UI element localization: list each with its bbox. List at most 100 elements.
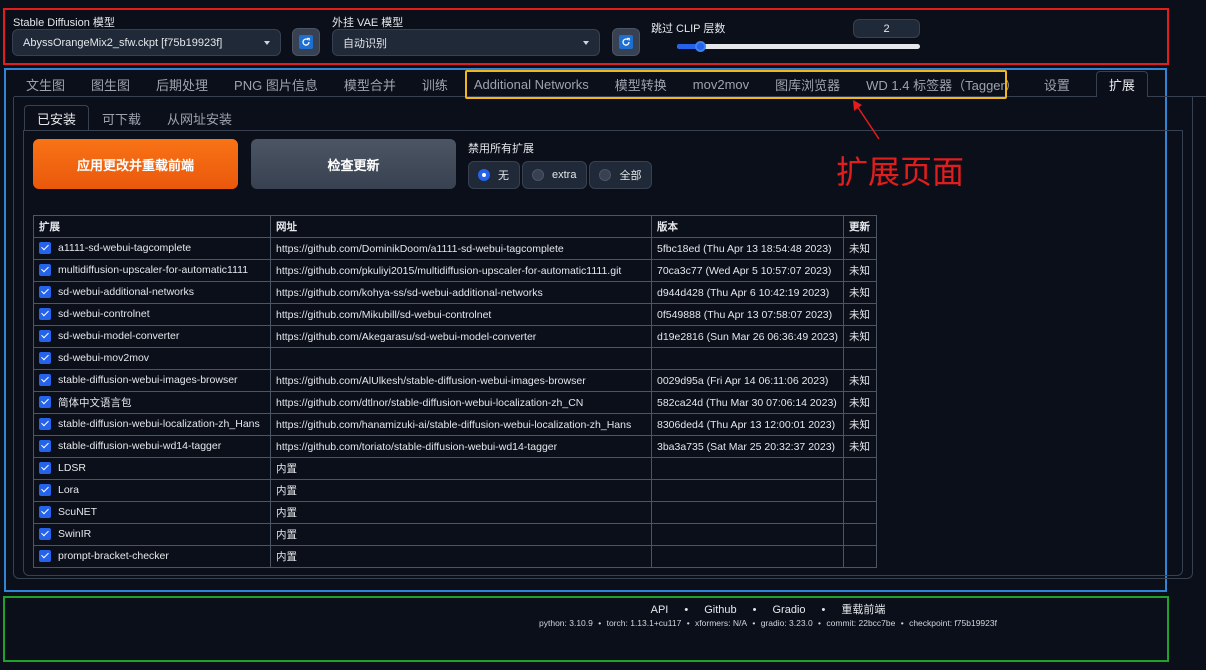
checkbox-checked-icon[interactable]: [39, 527, 51, 540]
extension-update-status: 未知: [842, 435, 877, 458]
extension-url[interactable]: https://github.com/Mikubill/sd-webui-con…: [270, 303, 652, 326]
extension-name-cell: Lora: [33, 479, 271, 502]
checkbox-checked-icon[interactable]: [39, 439, 51, 452]
checkbox-checked-icon[interactable]: [39, 461, 51, 474]
extension-update-status: 未知: [842, 281, 877, 304]
checkbox-checked-icon[interactable]: [39, 351, 51, 364]
checkbox-checked-icon[interactable]: [39, 285, 51, 298]
tab-5[interactable]: 训练: [422, 71, 448, 97]
sd-model-value: AbyssOrangeMix2_sfw.ckpt [f75b19923f]: [23, 36, 223, 49]
checkbox-checked-icon[interactable]: [39, 549, 51, 562]
table-row: a1111-sd-webui-tagcomplete https://github…: [33, 237, 877, 260]
tab-2[interactable]: 后期处理: [156, 71, 208, 97]
extension-name-cell: sd-webui-model-converter: [33, 325, 271, 348]
extension-update-status: 未知: [842, 391, 877, 414]
footer-link-2[interactable]: Gradio: [772, 604, 805, 616]
extension-update-status: 未知: [842, 325, 877, 348]
tab-1[interactable]: 图生图: [91, 71, 130, 97]
disable-option-2[interactable]: 全部: [589, 161, 653, 189]
checkbox-checked-icon[interactable]: [39, 329, 51, 342]
checkbox-checked-icon[interactable]: [39, 307, 51, 320]
checkbox-checked-icon[interactable]: [39, 396, 51, 409]
apply-and-restart-button[interactable]: 应用更改并重载前端: [33, 139, 238, 189]
extension-version: [651, 479, 844, 502]
footer-versions: python: 3.10.9 • torch: 1.13.1+cu117 • x…: [0, 618, 1206, 628]
disable-option-0[interactable]: 无: [468, 161, 520, 189]
table-row: Lora 内置: [33, 479, 877, 502]
disable-option-1[interactable]: extra: [522, 161, 588, 189]
extension-update-status: [842, 523, 877, 546]
table-row: stable-diffusion-webui-images-browser htt…: [33, 369, 877, 392]
extension-version: d19e2816 (Sun Mar 26 06:36:49 2023): [651, 325, 844, 348]
footer-link-0[interactable]: API: [651, 604, 669, 616]
radio-label: extra: [552, 169, 577, 181]
extension-update-status: 未知: [842, 237, 877, 260]
extension-url[interactable]: https://github.com/AlUlkesh/stable-diffu…: [270, 369, 652, 392]
extension-version: d944d428 (Thu Apr 6 10:42:19 2023): [651, 281, 844, 304]
extension-update-status: [842, 347, 877, 370]
radio-dot-icon: [599, 169, 612, 181]
extension-version: 3ba3a735 (Sat Mar 25 20:32:37 2023): [651, 435, 844, 458]
subtab-2[interactable]: 从网址安装: [167, 105, 232, 131]
table-row: multidiffusion-upscaler-for-automatic111…: [33, 259, 877, 282]
table-header-row: 扩展 网址 版本 更新: [33, 215, 877, 238]
chevron-down-icon: [583, 40, 589, 45]
extension-name: sd-webui-controlnet: [58, 308, 150, 321]
table-header-0: 扩展: [33, 215, 271, 238]
sd-model-dropdown[interactable]: AbyssOrangeMix2_sfw.ckpt [f75b19923f]: [12, 29, 281, 56]
annotation-box-extension-tabs: [465, 70, 1007, 99]
subtab-0[interactable]: 已安装: [24, 105, 90, 131]
checkbox-checked-icon[interactable]: [39, 241, 51, 254]
extension-version: 0f549888 (Thu Apr 13 07:58:07 2023): [651, 303, 844, 326]
table-row: SwinIR 内置: [33, 523, 877, 546]
tab-0[interactable]: 文生图: [26, 71, 65, 97]
radio-label: 全部: [619, 170, 642, 182]
extension-url[interactable]: https://github.com/dtlnor/stable-diffusi…: [270, 391, 652, 414]
extension-name-cell: a1111-sd-webui-tagcomplete: [33, 237, 271, 260]
checkbox-checked-icon[interactable]: [39, 373, 51, 386]
subtab-1[interactable]: 可下载: [102, 105, 141, 131]
extension-name-cell: stable-diffusion-webui-wd14-tagger: [33, 435, 271, 458]
extension-update-status: [842, 501, 877, 524]
checkbox-checked-icon[interactable]: [39, 417, 51, 430]
tab-11[interactable]: 设置: [1044, 71, 1070, 97]
extension-url[interactable]: https://github.com/pkuliyi2015/multidiff…: [270, 259, 652, 282]
check-updates-button[interactable]: 检查更新: [251, 139, 456, 189]
vae-dropdown[interactable]: 自动识别: [332, 29, 600, 56]
checkbox-checked-icon[interactable]: [39, 505, 51, 518]
extension-name: sd-webui-additional-networks: [58, 286, 194, 299]
extension-update-status: 未知: [842, 369, 877, 392]
footer-link-1[interactable]: Github: [704, 604, 736, 616]
refresh-sd-model-button[interactable]: [292, 28, 320, 56]
clip-skip-slider[interactable]: [677, 44, 920, 49]
footer-link-3[interactable]: 重载前端: [841, 604, 885, 616]
extension-url[interactable]: https://github.com/DominikDoom/a1111-sd-…: [270, 237, 652, 260]
extension-url[interactable]: https://github.com/kohya-ss/sd-webui-add…: [270, 281, 652, 304]
tab-4[interactable]: 模型合并: [344, 71, 396, 97]
footer-separator: •: [750, 618, 758, 628]
extension-url[interactable]: https://github.com/hanamizuki-ai/stable-…: [270, 413, 652, 436]
chevron-down-icon: [264, 40, 270, 45]
extension-name: sd-webui-model-converter: [58, 330, 180, 343]
footer-separator: •: [595, 618, 604, 628]
extension-url[interactable]: https://github.com/Akegarasu/sd-webui-mo…: [270, 325, 652, 348]
radio-dot-icon: [478, 169, 490, 181]
radio-dot-icon: [532, 169, 544, 181]
extension-subtabs: 已安装 可下载 从网址安装: [24, 105, 258, 131]
footer-separator: •: [684, 604, 689, 616]
footer-separator: •: [684, 618, 693, 628]
extension-update-status: 未知: [842, 259, 877, 282]
refresh-vae-button[interactable]: [612, 28, 640, 56]
version-info-2: xformers: N/A: [695, 618, 747, 628]
tab-12[interactable]: 扩展: [1095, 71, 1148, 97]
clip-skip-input[interactable]: 2: [853, 19, 920, 38]
extension-name: LDSR: [58, 462, 87, 475]
sd-model-label: Stable Diffusion 模型: [13, 17, 115, 29]
checkbox-checked-icon[interactable]: [39, 483, 51, 496]
extension-version: [651, 457, 844, 480]
checkbox-checked-icon[interactable]: [39, 263, 51, 276]
extension-url[interactable]: https://github.com/toriato/stable-diffus…: [270, 435, 652, 458]
vae-label: 外挂 VAE 模型: [332, 17, 404, 29]
extension-name-cell: LDSR: [33, 457, 271, 480]
tab-3[interactable]: PNG 图片信息: [234, 71, 318, 97]
